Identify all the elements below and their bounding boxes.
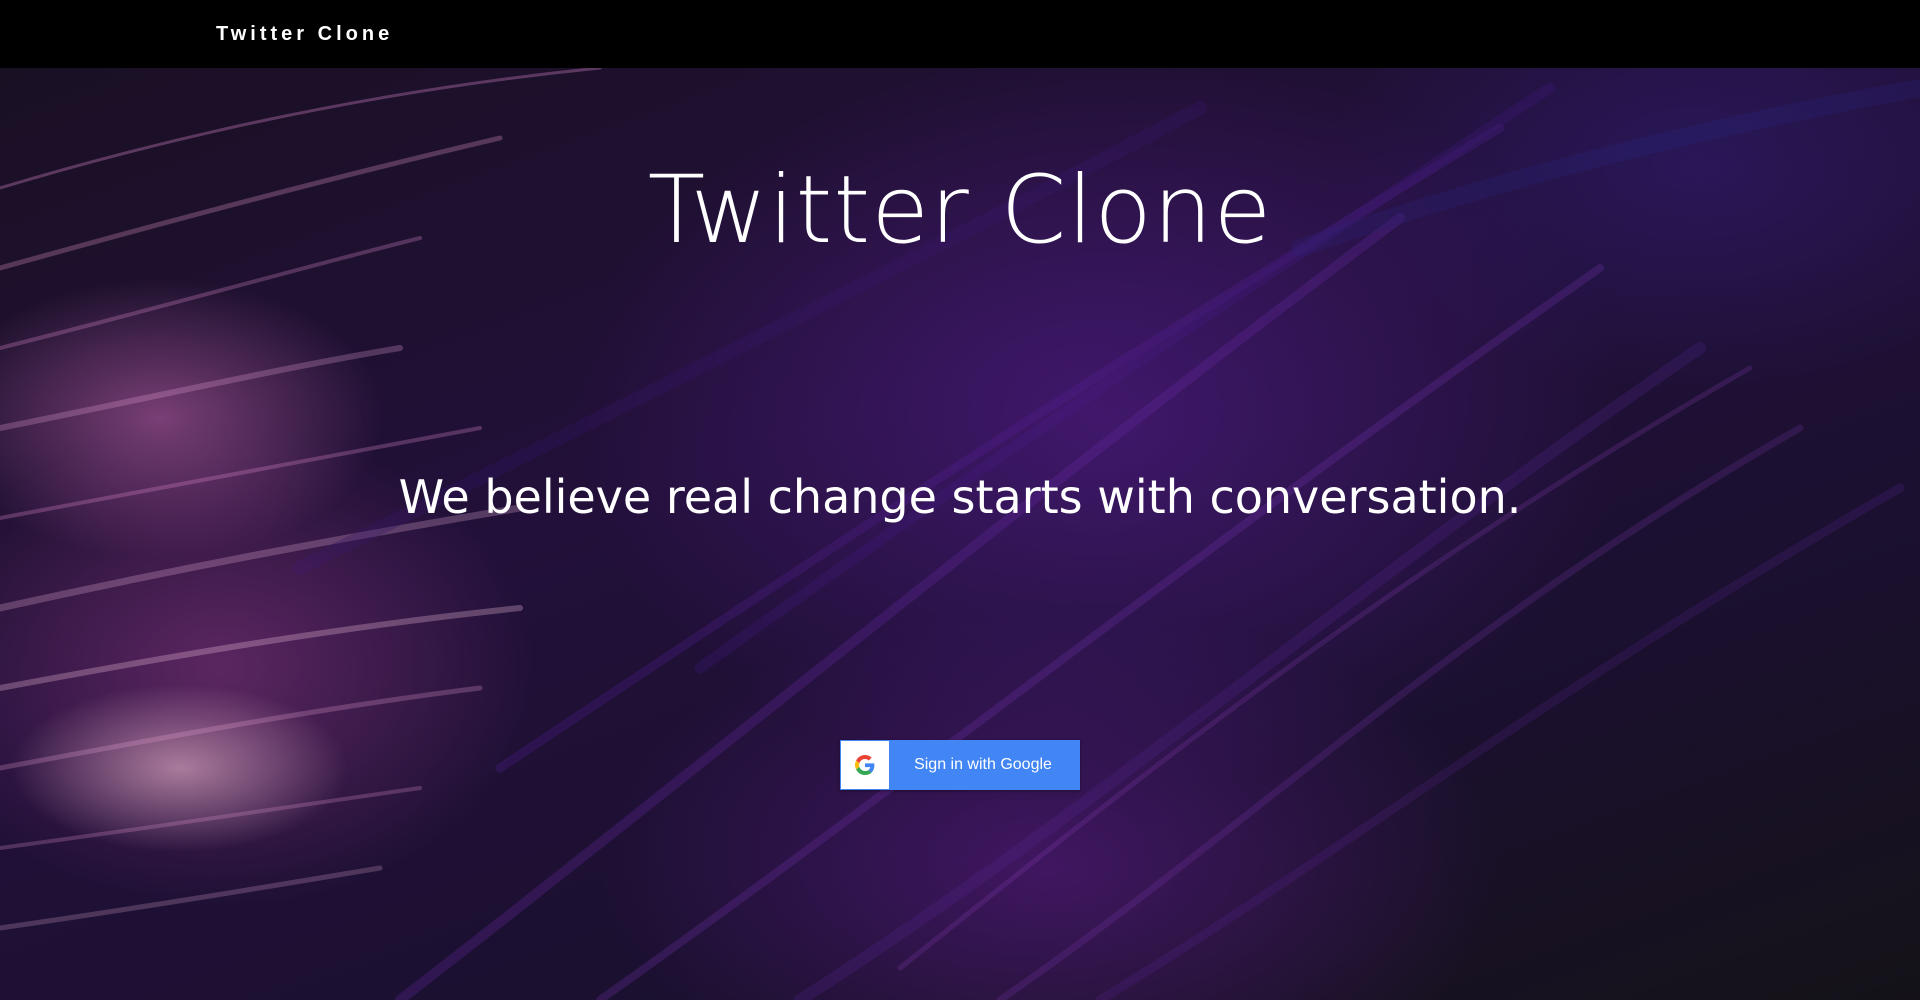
google-signin-label: Sign in with Google: [914, 756, 1052, 773]
google-g-icon: [841, 741, 889, 789]
top-navbar: Twitter Clone: [0, 0, 1920, 68]
hero-section: Twitter Clone We believe real change sta…: [0, 68, 1920, 1000]
brand-logo-text[interactable]: Twitter Clone: [216, 23, 393, 46]
google-signin-button[interactable]: Sign in with Google: [840, 740, 1080, 790]
hero-title: Twitter Clone: [647, 156, 1273, 265]
hero-tagline: We believe real change starts with conve…: [398, 470, 1522, 524]
